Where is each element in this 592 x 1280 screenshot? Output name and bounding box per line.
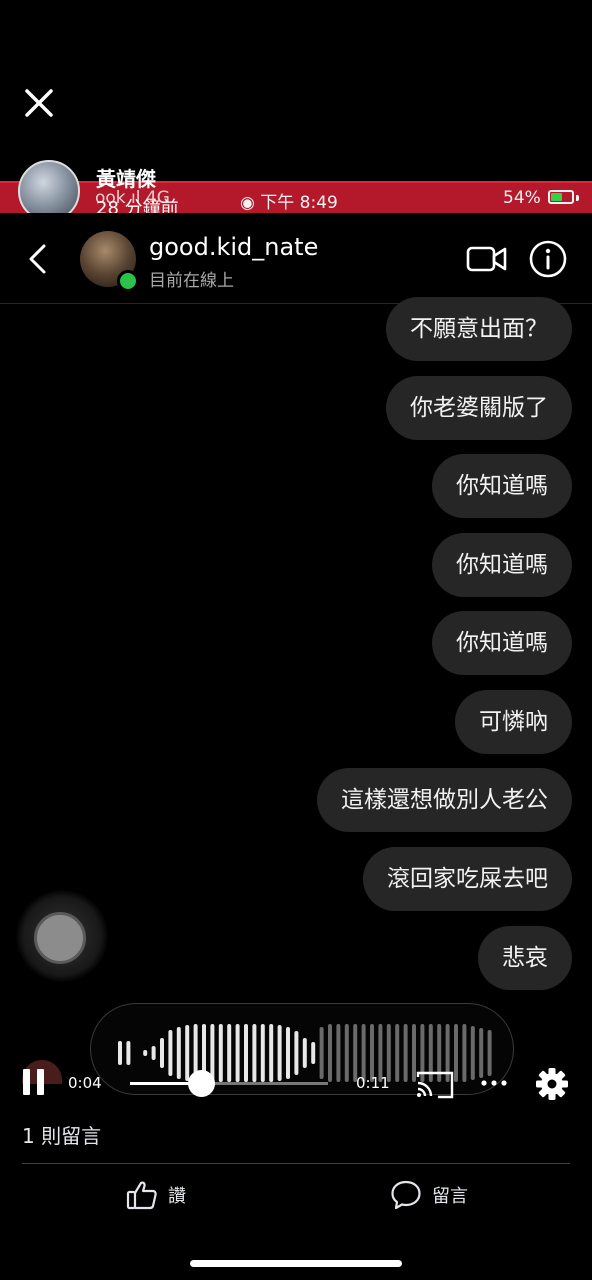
progress-handle[interactable] [188, 1070, 215, 1097]
current-time: 0:04 [68, 1074, 102, 1092]
cast-icon [416, 1071, 454, 1099]
more-icon [481, 1080, 507, 1086]
waveform-bar [151, 1046, 156, 1060]
waveform-bar [302, 1038, 307, 1068]
waveform-bar [176, 1027, 181, 1079]
home-indicator[interactable] [190, 1260, 402, 1267]
comment-label: 留言 [432, 1186, 468, 1207]
info-button[interactable] [528, 239, 568, 279]
waveform-bar [227, 1024, 232, 1082]
settings-button[interactable] [534, 1066, 570, 1102]
message-bubble[interactable]: 你知道嗎 [432, 533, 572, 597]
waveform-bar [118, 1041, 122, 1065]
more-options-button[interactable] [480, 1074, 508, 1092]
waveform-bar [286, 1027, 290, 1079]
assistive-touch-inner [34, 912, 86, 964]
chat-online-status: 目前在線上 [149, 271, 234, 291]
waveform-bar [143, 1050, 148, 1056]
comment-bubble-icon [391, 1180, 421, 1210]
waveform-bar [168, 1030, 173, 1076]
waveform-bar [218, 1024, 223, 1082]
video-camera-icon [466, 246, 507, 272]
comment-count[interactable]: 1 則留言 [22, 1120, 101, 1149]
status-bar: ook ıl 4G ◉ 下午 8:49 54% [0, 181, 592, 215]
like-button[interactable]: 讚 [126, 1177, 186, 1213]
message-bubble[interactable]: 你知道嗎 [432, 611, 572, 675]
pause-button[interactable] [22, 1068, 46, 1096]
waveform-bar [319, 1027, 324, 1079]
cast-button[interactable] [414, 1068, 456, 1100]
comment-button[interactable]: 留言 [390, 1177, 468, 1213]
waveform-bar [235, 1024, 240, 1082]
waveform-bar [252, 1024, 257, 1082]
waveform-bar [462, 1024, 467, 1082]
message-bubble[interactable]: 這樣還想做別人老公 [317, 768, 572, 832]
message-bubble[interactable]: 滾回家吃屎去吧 [363, 847, 572, 911]
gear-icon [536, 1068, 568, 1100]
waveform-bar [344, 1024, 349, 1082]
waveform-bar [403, 1024, 408, 1082]
message-bubble[interactable]: 你老婆關版了 [386, 376, 572, 440]
waveform-bar [395, 1024, 400, 1082]
like-label: 讚 [168, 1186, 186, 1207]
waveform-bar [126, 1041, 131, 1065]
battery-nub [576, 195, 579, 201]
waveform-bar [294, 1031, 299, 1075]
waveform-bar [185, 1025, 190, 1081]
post-author-name[interactable]: 黃靖傑 [96, 163, 156, 192]
message-bubble[interactable]: 你知道嗎 [432, 454, 572, 518]
waveform-bar [160, 1038, 164, 1068]
waveform-bar [244, 1024, 248, 1082]
waveform-bar [470, 1026, 475, 1080]
waveform-bar [311, 1042, 316, 1064]
status-time: ◉ 下午 8:49 [240, 193, 338, 213]
message-bubble[interactable]: 悲哀 [478, 926, 572, 990]
recording-icon: ◉ [240, 193, 255, 213]
waveform-bar [487, 1030, 492, 1076]
pause-icon [23, 1069, 44, 1095]
info-icon [529, 240, 567, 278]
waveform-bar [260, 1024, 265, 1082]
back-button[interactable] [22, 242, 56, 276]
battery-icon [548, 190, 574, 204]
waveform-bar [336, 1024, 341, 1082]
waveform-bar [479, 1028, 484, 1078]
message-bubble[interactable]: 可憐吶 [455, 690, 572, 754]
divider [22, 1163, 570, 1164]
chevron-left-icon [29, 244, 46, 274]
chat-username[interactable]: good.kid_nate [149, 233, 318, 261]
waveform-bar [277, 1025, 282, 1081]
thumbs-up-icon [126, 1181, 157, 1210]
total-time: 0:11 [356, 1074, 390, 1092]
battery-percent: 54% [503, 188, 541, 208]
online-indicator [117, 270, 139, 292]
close-button[interactable] [18, 82, 60, 124]
waveform-bar [269, 1024, 274, 1082]
video-call-button[interactable] [466, 242, 508, 276]
close-icon [25, 89, 53, 117]
waveform-bar [328, 1024, 332, 1082]
message-bubble[interactable]: 不願意出面？ [386, 297, 572, 361]
